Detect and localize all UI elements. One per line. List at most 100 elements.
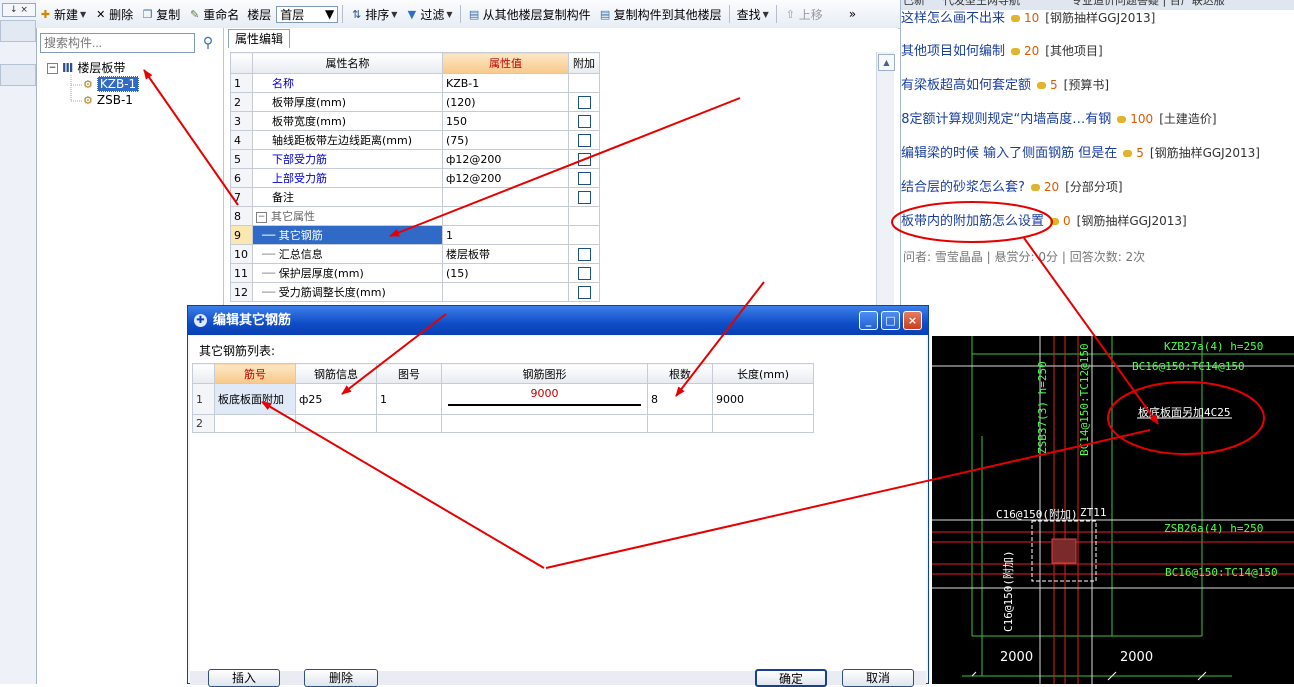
dock-tab[interactable] [0,64,36,86]
browser-tab[interactable]: 专业造价问题答疑 | 百广联达服 [1071,0,1225,8]
browser-tab[interactable]: 已新 [903,0,925,8]
shape-number-cell[interactable]: 1 [376,383,442,415]
insert-button[interactable]: 插入 [208,669,280,687]
rebar-list-label: 其它钢筋列表: [199,344,276,358]
toolbar-separator [459,5,461,23]
row-number: 3 [230,111,253,131]
ok-button[interactable]: 确定 [755,669,827,687]
property-value[interactable]: (15) [442,263,569,283]
property-value[interactable]: 150 [442,111,569,131]
attached-checkbox[interactable] [577,266,591,280]
cancel-button[interactable]: 取消 [842,669,914,687]
bar-info-cell[interactable] [295,414,377,433]
bar-number-cell[interactable] [214,414,296,433]
property-value[interactable]: (120) [442,92,569,112]
property-row[interactable]: 10 ── 汇总信息 楼层板带 [230,244,600,264]
delete-icon: ✕ [96,7,106,21]
maximize-button[interactable]: □ [881,311,900,330]
copy-from-other-floor-button[interactable]: ▤ 从其他楼层复制构件 [465,3,594,25]
minimize-button[interactable]: _ [859,311,878,330]
find-button[interactable]: 查找 ▼ [734,3,772,25]
rebar-row[interactable]: 2 [192,414,814,433]
property-value[interactable]: (75) [442,130,569,150]
property-value[interactable] [442,187,569,207]
property-name: ── 其它钢筋 [252,225,443,245]
property-value[interactable]: 楼层板带 [442,244,569,264]
move-up-button[interactable]: ⇧ 上移 [781,3,826,25]
rebar-row[interactable]: 1 板底板面附加 ф25 1 9000 8 9000 [192,383,814,415]
property-value[interactable] [442,282,569,302]
bar-shape-cell[interactable] [441,414,648,433]
bar-info-header: 钢筋信息 [295,363,377,384]
chevron-down-icon: ▼ [391,9,398,19]
copy-to-other-floor-button[interactable]: ▤ 复制构件到其他楼层 [596,3,725,25]
tab-property-edit[interactable]: 属性编辑 [228,29,291,48]
attached-checkbox[interactable] [577,247,591,261]
question-list-item[interactable]: 08定额计算规则规定“内墙高度…有钢 100 [土建造价] [901,109,1217,129]
question-list-item[interactable]: 结合层的砂浆怎么套? 20 [分部分项] [901,177,1123,197]
collapse-icon[interactable]: − [256,211,267,223]
property-row[interactable]: 5 下部受力筋 ф12@200 [230,149,600,169]
question-list-item[interactable]: 这样怎么画不出来 10 [钢筋抽样GGJ2013] [901,8,1155,28]
rename-button[interactable]: ✎ 重命名 [185,3,242,25]
length-cell[interactable]: 9000 [712,383,814,415]
shape-number-cell[interactable] [376,414,442,433]
attached-checkbox[interactable] [577,95,591,109]
attached-checkbox[interactable] [577,285,591,299]
filter-button[interactable]: ▼ 过滤 ▼ [402,3,455,25]
vertical-scrollbar[interactable]: ▲ [876,52,895,328]
browser-tab[interactable]: 代发型王网导航 [943,0,1020,8]
dock-tab[interactable] [0,20,36,42]
property-row[interactable]: 3 板带宽度(mm) 150 [230,111,600,131]
count-cell[interactable]: 8 [647,383,713,415]
length-cell[interactable] [712,414,814,433]
copy-button[interactable]: ❐ 复制 [138,3,183,25]
count-cell[interactable] [647,414,713,433]
question-list-item[interactable]: 有梁板超高如何套定额 5 [预算书] [901,75,1109,95]
attached-cell [568,282,600,302]
property-group-row[interactable]: 8 − 其它属性 [230,206,600,226]
property-row[interactable]: 12 ── 受力筋调整长度(mm) [230,282,600,302]
property-row[interactable]: 2 板带厚度(mm) (120) [230,92,600,112]
coin-icon [1117,116,1127,123]
property-row[interactable]: 11 ── 保护层厚度(mm) (15) [230,263,600,283]
property-row[interactable]: 7 备注 [230,187,600,207]
toolbar-overflow-button[interactable]: » [846,3,859,25]
sort-button[interactable]: ⇅ 排序 ▼ [347,3,400,25]
attached-cell [568,111,600,131]
attached-checkbox[interactable] [577,171,591,185]
property-value[interactable]: 1 [442,225,569,245]
question-list-item[interactable]: 其他项目如何编制 20 [其他项目] [901,41,1103,61]
question-list-item[interactable]: 编辑梁的时候 输入了侧面钢筋 但是在 5 [钢筋抽样GGJ2013] [901,143,1260,163]
pin-icon[interactable]: ↓ × [2,3,36,17]
delete-button[interactable]: ✕ 删除 [91,3,136,25]
property-row[interactable]: 6 上部受力筋 ф12@200 [230,168,600,188]
new-button[interactable]: ✚ 新建 ▼ [36,3,89,25]
cad-drawing-image: KZB27a(4) h=250 BC16@150:TC14@150 BC14@1… [932,336,1294,684]
attached-checkbox[interactable] [577,133,591,147]
scroll-up-icon[interactable]: ▲ [878,54,895,71]
question-list-item-highlighted[interactable]: 板带内的附加筋怎么设置 0 [钢筋抽样GGJ2013] [901,211,1187,231]
close-button[interactable]: × [903,311,922,330]
attached-checkbox[interactable] [577,152,591,166]
property-name: 板带宽度(mm) [252,111,443,131]
property-value[interactable]: ф12@200 [442,149,569,169]
floor-select[interactable]: 首层 ▼ [276,5,339,23]
delete-row-button[interactable]: 删除 [304,669,378,687]
property-name: ── 受力筋调整长度(mm) [252,282,443,302]
coin-icon [1050,218,1060,225]
property-row-selected[interactable]: 9 ── 其它钢筋 1 [230,225,600,245]
bar-shape-cell[interactable]: 9000 [441,383,648,415]
bar-number-cell[interactable]: 板底板面附加 [214,383,296,415]
attached-checkbox[interactable] [577,114,591,128]
property-value[interactable]: ф12@200 [442,168,569,188]
dialog-title-bar[interactable]: ✚ 编辑其它钢筋 _ □ × [188,306,928,335]
copy-to-floor-icon: ▤ [599,7,611,21]
bar-info-cell[interactable]: ф25 [295,383,377,415]
property-name: 板带厚度(mm) [252,92,443,112]
coin-icon [1123,150,1133,157]
property-row[interactable]: 1 名称 KZB-1 [230,73,600,93]
property-value[interactable]: KZB-1 [442,73,569,93]
attached-checkbox[interactable] [577,190,591,204]
property-row[interactable]: 4 轴线距板带左边线距离(mm) (75) [230,130,600,150]
